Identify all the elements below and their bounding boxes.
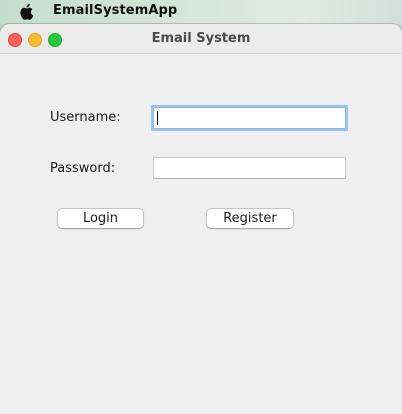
register-button[interactable]: Register	[206, 208, 294, 229]
password-label: Password:	[50, 161, 116, 176]
password-input[interactable]	[153, 157, 346, 179]
apple-logo-icon[interactable]	[19, 3, 35, 20]
login-form: Username: Password: Login Register	[0, 54, 402, 414]
username-label: Username:	[50, 110, 121, 125]
title-bar[interactable]: Email System	[0, 24, 402, 54]
username-input[interactable]	[153, 107, 346, 129]
email-system-window: Email System Username: Password: Login R…	[0, 24, 402, 414]
app-name-menu[interactable]: EmailSystemApp	[53, 3, 177, 18]
login-button[interactable]: Login	[57, 208, 144, 229]
window-title: Email System	[151, 31, 251, 46]
text-caret	[157, 111, 158, 125]
menu-bar: EmailSystemApp	[0, 0, 402, 24]
